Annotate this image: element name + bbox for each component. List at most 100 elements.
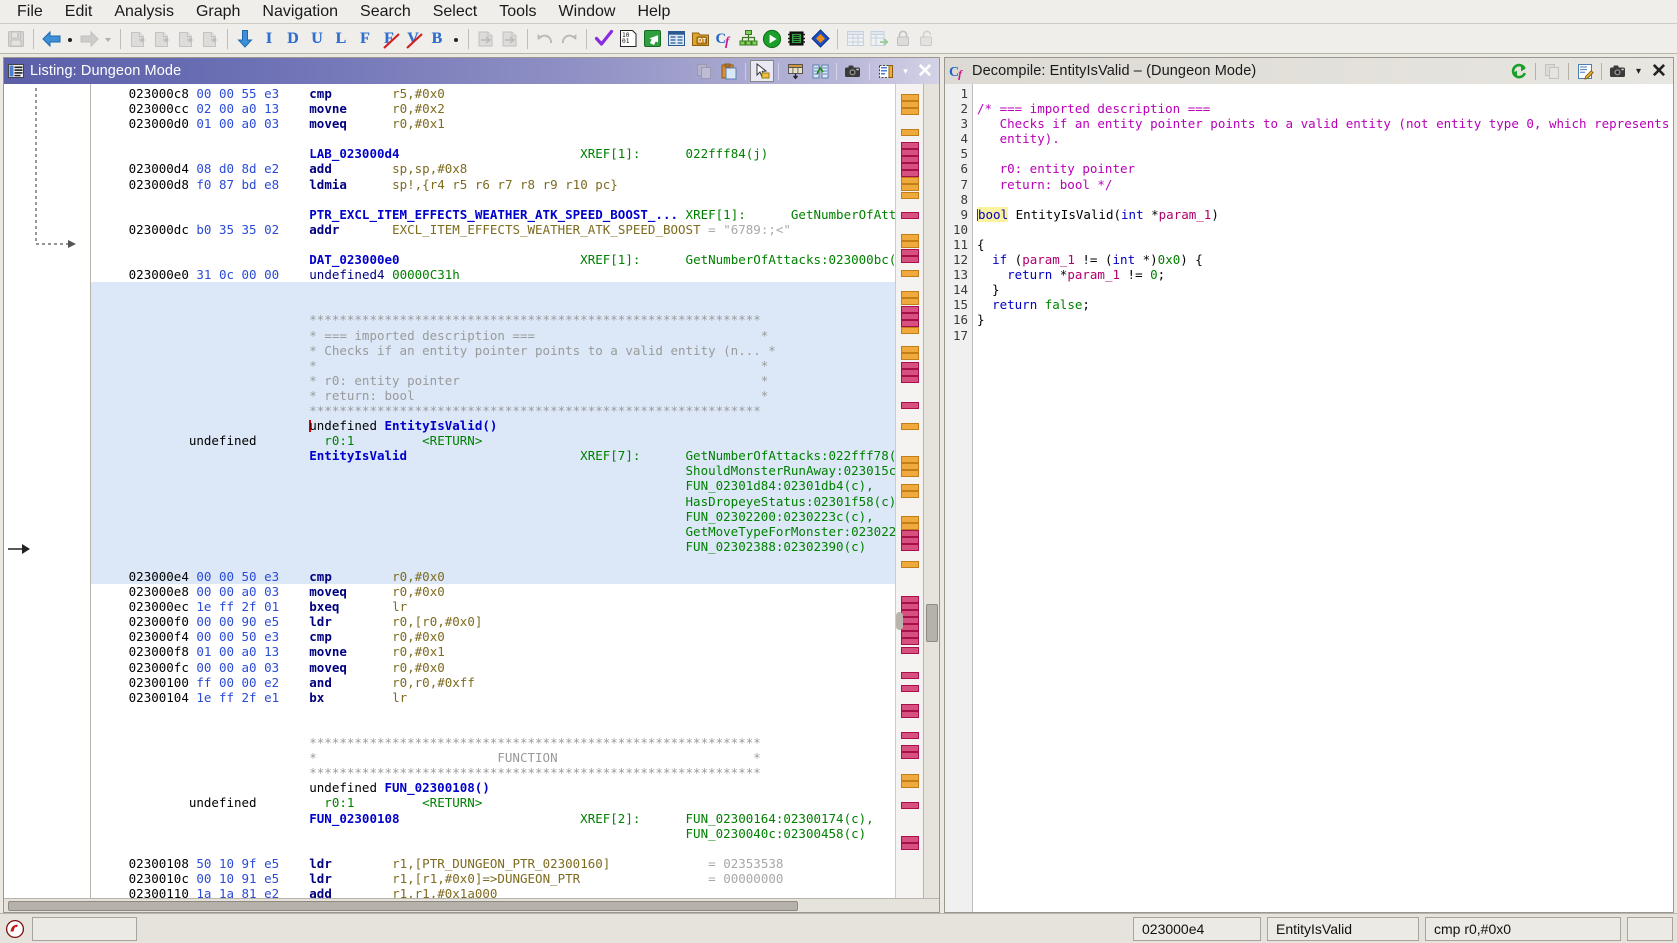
label-letter-icon[interactable]: L [329, 27, 353, 51]
listing-row[interactable]: 023000e4 00 00 50 e3 cmp r0,#0x0 [91, 569, 895, 584]
processor-icon[interactable] [784, 27, 808, 51]
listing-hscrollbar-thumb[interactable] [8, 901, 798, 911]
bookmark-marker[interactable] [901, 376, 919, 383]
bookmark-marker[interactable] [901, 610, 919, 617]
bookmark-marker[interactable] [901, 192, 919, 199]
bookmark-marker[interactable] [901, 320, 919, 327]
bookmark-marker[interactable] [901, 523, 919, 530]
bookmark-marker[interactable] [901, 537, 919, 544]
decompile-line[interactable]: /* === imported description === [977, 101, 1673, 116]
redo-icon[interactable] [557, 27, 581, 51]
paste-icon[interactable] [717, 60, 741, 82]
copy-icon[interactable] [1540, 60, 1564, 82]
bytes-viewer-icon[interactable]: 10 01 [616, 27, 640, 51]
toggle-header-icon[interactable] [783, 60, 807, 82]
listing-row[interactable]: PTR_EXCL_ITEM_EFFECTS_WEATHER_ATK_SPEED_… [91, 207, 895, 222]
menu-item-select[interactable]: Select [422, 1, 488, 23]
listing-row[interactable]: * === imported description === * [91, 328, 895, 343]
bookmark-marker[interactable] [901, 617, 919, 624]
listing-row[interactable] [91, 720, 895, 735]
bookmark-marker[interactable] [901, 177, 919, 184]
bookmark-marker[interactable] [901, 647, 919, 654]
listing-row[interactable]: FUN_02300108 XREF[2]: FUN_02300164:02300… [91, 811, 895, 826]
listing-row[interactable]: * FUNCTION * [91, 750, 895, 765]
listing-row[interactable]: 023000d4 08 d0 8d e2 add sp,sp,#0x8 [91, 161, 895, 176]
decompile-line[interactable] [977, 222, 1673, 237]
listing-row[interactable]: undefined r0:1 <RETURN> [91, 433, 895, 448]
snapshot-next-icon[interactable] [150, 27, 174, 51]
bookmark-marker[interactable] [901, 270, 919, 277]
listing-panel-titlebar[interactable]: Listing: Dungeon Mode ▾ ✕ [4, 58, 939, 84]
bookmark-marker[interactable] [901, 672, 919, 679]
bookmark-marker[interactable] [901, 484, 919, 491]
bookmark-marker[interactable] [901, 685, 919, 692]
save-icon[interactable] [4, 27, 28, 51]
bookmark-marker[interactable] [901, 516, 919, 523]
decompile-line[interactable]: } [977, 282, 1673, 297]
current-function[interactable]: EntityIsValid [1267, 916, 1419, 941]
bookmark-marker[interactable] [901, 212, 919, 219]
bookmark-marker[interactable] [901, 306, 919, 313]
bookmark-marker[interactable] [901, 256, 919, 263]
back-dropdown-icon[interactable] [63, 27, 77, 51]
bookmark-marker[interactable] [901, 530, 919, 537]
listing-row[interactable]: 023000d0 01 00 a0 03 moveq r0,#0x1 [91, 116, 895, 131]
decompile-code-view[interactable]: /* === imported description === Checks i… [973, 84, 1673, 912]
listing-row[interactable]: FUN_0230040c:02300458(c) [91, 826, 895, 841]
listing-row[interactable]: 023000c8 00 00 55 e3 cmp r5,#0x0 [91, 86, 895, 101]
listing-row[interactable] [91, 282, 895, 297]
bookmark-marker[interactable] [901, 241, 919, 248]
listing-marker-margin[interactable] [895, 84, 923, 898]
snapshot-prev-icon[interactable] [126, 27, 150, 51]
listing-row[interactable]: EntityIsValid XREF[7]: GetNumberOfAttack… [91, 448, 895, 463]
decompile-line[interactable]: entity). [977, 131, 1673, 146]
bookmark-marker[interactable] [901, 423, 919, 430]
decompile-panel-titlebar[interactable]: C f Decompile: EntityIsValid – (Dungeon … [945, 58, 1673, 84]
listing-code-view[interactable]: 023000c8 00 00 55 e3 cmp r5,#0x0 023000c… [90, 84, 895, 898]
decompile-line[interactable] [977, 86, 1673, 101]
function-call-graph-icon[interactable] [736, 27, 760, 51]
menu-item-help[interactable]: Help [626, 1, 681, 23]
bookmark-marker[interactable] [901, 711, 919, 718]
bookmark-marker[interactable] [901, 843, 919, 850]
bookmark-marker[interactable] [901, 603, 919, 610]
symbol-table-icon[interactable] [664, 27, 688, 51]
bookmark-marker[interactable] [901, 142, 919, 149]
menu-item-navigation[interactable]: Navigation [251, 1, 349, 23]
bookmark-marker[interactable] [901, 802, 919, 809]
listing-row[interactable]: 023000dc b0 35 35 02 addr EXCL_ITEM_EFFE… [91, 222, 895, 237]
listing-row[interactable]: 02300104 1e ff 2f e1 bx lr [91, 690, 895, 705]
current-instruction[interactable]: cmp r0,#0x0 [1425, 916, 1621, 941]
bookmark-marker[interactable] [901, 353, 919, 360]
menu-item-edit[interactable]: Edit [54, 1, 104, 23]
bookmark-marker[interactable] [901, 561, 919, 568]
memory-map-icon[interactable] [640, 27, 664, 51]
listing-row[interactable]: ****************************************… [91, 735, 895, 750]
decompile-line[interactable]: } [977, 312, 1673, 327]
listing-row[interactable]: undefined r0:1 <RETURN> [91, 795, 895, 810]
snapshot-camera-icon[interactable] [841, 60, 865, 82]
listing-row[interactable]: undefined EntityIsValid() [91, 418, 895, 433]
bookmark-marker[interactable] [901, 298, 919, 305]
snapshot-last-icon[interactable] [198, 27, 222, 51]
bookmark-marker[interactable] [901, 170, 919, 177]
forward-arrow-icon[interactable] [77, 27, 101, 51]
bookmark-marker[interactable] [901, 470, 919, 477]
undo-icon[interactable] [533, 27, 557, 51]
current-address[interactable]: 023000e4 [1133, 916, 1261, 941]
clear-flow-letter-icon[interactable]: F [377, 27, 401, 51]
bookmark-marker[interactable] [901, 149, 919, 156]
listing-row[interactable]: 023000e8 00 00 a0 03 moveq r0,#0x0 [91, 584, 895, 599]
listing-row[interactable]: FUN_02302388:02302390(c) [91, 539, 895, 554]
import-icon[interactable] [474, 27, 498, 51]
table-export-icon[interactable] [867, 27, 891, 51]
forward-dropdown-icon[interactable] [101, 27, 115, 51]
selected-function-block[interactable]: ****************************************… [91, 282, 895, 585]
listing-row[interactable]: 02300100 ff 00 00 e2 and r0,r0,#0xff [91, 675, 895, 690]
bookmark-marker[interactable] [901, 544, 919, 551]
bookmark-marker[interactable] [901, 369, 919, 376]
export-icon[interactable] [498, 27, 522, 51]
listing-row[interactable]: * Checks if an entity pointer points to … [91, 343, 895, 358]
listing-row[interactable] [91, 554, 895, 569]
bookmark-marker[interactable] [901, 456, 919, 463]
